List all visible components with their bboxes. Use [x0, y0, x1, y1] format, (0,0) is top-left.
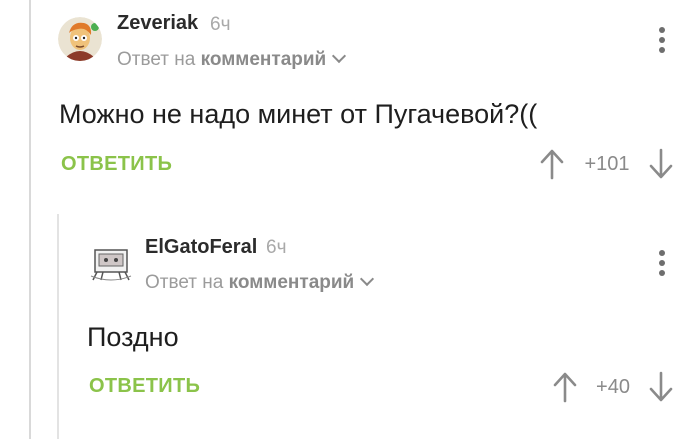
- reply-button[interactable]: ОТВЕТИТЬ: [61, 153, 172, 176]
- author-name[interactable]: Zeveriak: [117, 12, 198, 35]
- comment: Zeveriak 6ч Ответ на комментарий Можно н…: [0, 0, 700, 200]
- rating-value: +101: [584, 153, 630, 175]
- reply-prefix: Ответ на: [117, 49, 196, 70]
- chevron-down-icon[interactable]: [332, 48, 347, 64]
- comment-text: Поздно: [87, 322, 179, 352]
- comment-time: 6ч: [266, 237, 287, 258]
- rating-value: +40: [596, 376, 630, 398]
- comment-time: 6ч: [210, 14, 231, 35]
- arrow-up-icon[interactable]: [552, 371, 578, 403]
- comment-reply: ElGatoFeral 6ч Ответ на комментарий Позд…: [0, 214, 700, 439]
- reply-to[interactable]: Ответ на комментарий: [145, 271, 375, 294]
- author-name[interactable]: ElGatoFeral: [145, 236, 257, 259]
- reply-link[interactable]: комментарий: [229, 272, 355, 293]
- comment-text: Можно не надо минет от Пугачевой?((: [59, 99, 538, 129]
- reply-link[interactable]: комментарий: [201, 49, 327, 70]
- avatar[interactable]: [89, 240, 133, 284]
- more-vert-icon[interactable]: [658, 27, 666, 55]
- arrow-down-icon[interactable]: [648, 371, 674, 403]
- reply-button[interactable]: ОТВЕТИТЬ: [89, 375, 200, 398]
- arrow-down-icon[interactable]: [648, 148, 674, 180]
- avatar[interactable]: [58, 17, 102, 61]
- more-vert-icon[interactable]: [658, 250, 666, 278]
- chevron-down-icon[interactable]: [360, 271, 375, 287]
- arrow-up-icon[interactable]: [539, 148, 565, 180]
- reply-prefix: Ответ на: [145, 272, 224, 293]
- reply-to[interactable]: Ответ на комментарий: [117, 48, 347, 71]
